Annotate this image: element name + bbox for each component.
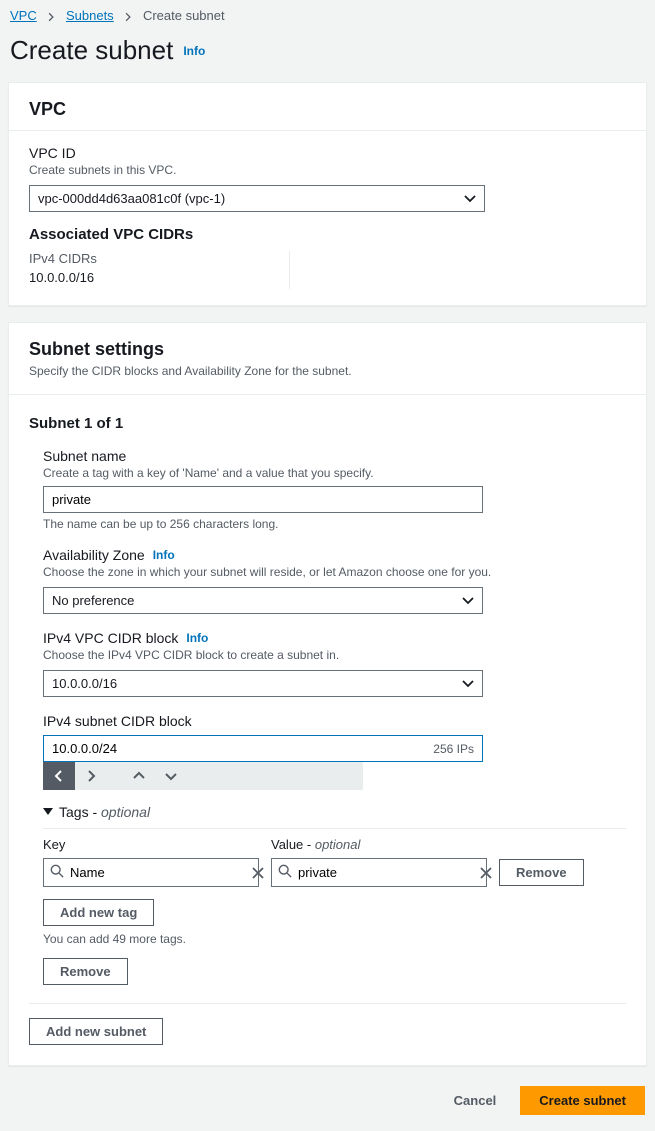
- az-select-value: No preference: [52, 593, 134, 608]
- vpc-panel-title: VPC: [29, 99, 626, 120]
- tag-key-input-wrap: [43, 858, 259, 887]
- cidr-up-button[interactable]: [123, 762, 155, 790]
- remove-tag-button[interactable]: Remove: [499, 859, 584, 886]
- create-subnet-button[interactable]: Create subnet: [520, 1086, 645, 1115]
- clear-icon[interactable]: [480, 867, 492, 879]
- subnet-panel-subtitle: Specify the CIDR blocks and Availability…: [29, 364, 626, 378]
- vpc-id-desc: Create subnets in this VPC.: [29, 163, 626, 177]
- vpc-select-value: vpc-000dd4d63aa081c0f (vpc-1): [38, 191, 225, 206]
- caret-down-icon: [462, 597, 474, 605]
- ipv4-cidr-value: 10.0.0.0/16: [29, 270, 626, 285]
- az-info-link[interactable]: Info: [153, 548, 175, 562]
- subnet-name-desc: Create a tag with a key of 'Name' and a …: [43, 466, 626, 480]
- subnet-name-label: Subnet name: [43, 448, 626, 464]
- caret-down-icon: [43, 808, 53, 816]
- cidr-next-button[interactable]: [75, 762, 107, 790]
- breadcrumb-vpc[interactable]: VPC: [10, 8, 37, 23]
- chevron-right-icon: [123, 12, 133, 22]
- assoc-cidrs-title: Associated VPC CIDRs: [29, 226, 626, 243]
- ipv4-subnet-block-input-wrap: 256 IPs: [43, 735, 483, 762]
- vpc-id-label: VPC ID: [29, 145, 626, 161]
- cidr-prev-button[interactable]: [43, 762, 75, 790]
- page-title: Create subnet: [10, 35, 173, 66]
- tag-key-header: Key: [43, 837, 259, 852]
- ipv4-vpc-block-info-link[interactable]: Info: [186, 631, 208, 645]
- add-subnet-button[interactable]: Add new subnet: [29, 1018, 163, 1045]
- ipv4-vpc-block-value: 10.0.0.0/16: [52, 676, 117, 691]
- subnet-settings-panel: Subnet settings Specify the CIDR blocks …: [8, 322, 647, 1066]
- vpc-panel: VPC VPC ID Create subnets in this VPC. v…: [8, 82, 647, 306]
- page-header: Create subnet Info: [0, 27, 655, 82]
- az-label: Availability Zone: [43, 547, 145, 563]
- search-icon: [278, 864, 292, 881]
- subnet-name-input[interactable]: [43, 486, 483, 513]
- add-tag-button[interactable]: Add new tag: [43, 899, 154, 926]
- subnet-name-help: The name can be up to 256 characters lon…: [43, 517, 626, 531]
- info-link[interactable]: Info: [183, 44, 205, 58]
- tag-key-input[interactable]: [70, 865, 246, 880]
- tags-optional: optional: [101, 804, 150, 820]
- ipv4-vpc-block-label: IPv4 VPC CIDR block: [43, 630, 178, 646]
- ipv4-subnet-ip-count: 256 IPs: [433, 742, 474, 756]
- subnet-counter: Subnet 1 of 1: [29, 415, 626, 432]
- ipv4-vpc-block-select[interactable]: 10.0.0.0/16: [43, 670, 483, 697]
- caret-down-icon: [464, 195, 476, 203]
- subnet-panel-title: Subnet settings: [29, 339, 626, 360]
- tag-value-input[interactable]: [298, 865, 474, 880]
- cancel-button[interactable]: Cancel: [442, 1087, 509, 1114]
- clear-icon[interactable]: [252, 867, 264, 879]
- breadcrumb-current: Create subnet: [143, 8, 225, 23]
- remove-subnet-button[interactable]: Remove: [43, 958, 128, 985]
- footer: Cancel Create subnet: [0, 1082, 655, 1131]
- tags-toggle[interactable]: Tags - optional: [43, 804, 626, 820]
- caret-down-icon: [462, 680, 474, 688]
- breadcrumb: VPC Subnets Create subnet: [0, 0, 655, 27]
- search-icon: [50, 864, 64, 881]
- az-select[interactable]: No preference: [43, 587, 483, 614]
- tag-value-input-wrap: [271, 858, 487, 887]
- vpc-select[interactable]: vpc-000dd4d63aa081c0f (vpc-1): [29, 185, 485, 212]
- ipv4-subnet-block-input[interactable]: [52, 741, 433, 756]
- az-desc: Choose the zone in which your subnet wil…: [43, 565, 626, 579]
- ipv4-cidrs-header: IPv4 CIDRs: [29, 251, 626, 266]
- cidr-down-button[interactable]: [155, 762, 187, 790]
- ipv4-subnet-block-label: IPv4 subnet CIDR block: [43, 713, 626, 729]
- tag-value-header: Value - optional: [271, 837, 487, 852]
- ipv4-vpc-block-desc: Choose the IPv4 VPC CIDR block to create…: [43, 648, 626, 662]
- tag-limit-text: You can add 49 more tags.: [43, 932, 626, 946]
- tags-toggle-label: Tags -: [59, 804, 101, 820]
- breadcrumb-subnets[interactable]: Subnets: [66, 8, 114, 23]
- chevron-right-icon: [46, 12, 56, 22]
- cidr-controls: [43, 762, 363, 790]
